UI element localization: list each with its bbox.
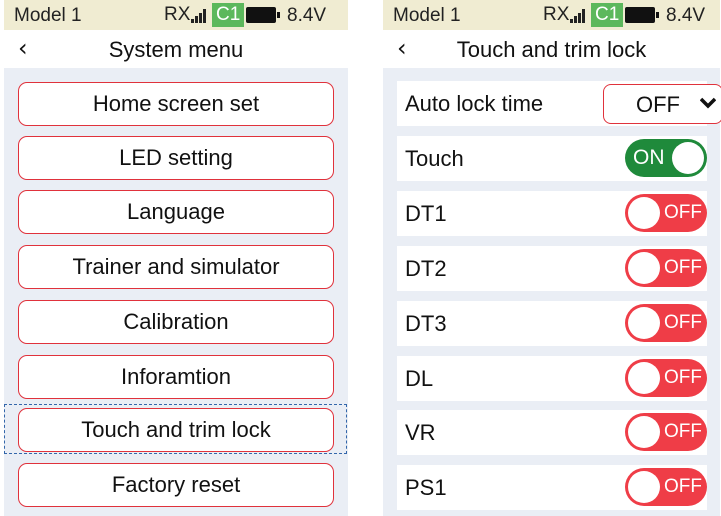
signal-icon	[570, 8, 588, 23]
toggle-knob	[628, 252, 660, 284]
status-bar: Model 1 RX C1 8.4V	[383, 0, 720, 30]
title-bar: ‹ Touch and trim lock	[383, 30, 720, 68]
switch-row-dt2: DT2 OFF	[397, 246, 707, 291]
switch-row-vr: VR OFF	[397, 410, 707, 455]
battery-icon	[246, 7, 280, 23]
title-bar: ‹ System menu	[4, 30, 348, 68]
toggle-state: OFF	[664, 312, 702, 333]
system-menu-screen: Model 1 RX C1 8.4V ‹ System menu Home sc…	[4, 0, 348, 516]
auto-lock-row: Auto lock time OFF	[397, 81, 721, 126]
menu-item-language[interactable]: Language	[18, 190, 334, 234]
toggle-switch[interactable]: OFF	[625, 304, 707, 342]
battery-icon	[625, 7, 659, 23]
toggle-state: OFF	[664, 202, 702, 223]
toggle-switch[interactable]: OFF	[625, 468, 707, 506]
toggle-state: OFF	[664, 257, 702, 278]
toggle-knob	[628, 362, 660, 394]
auto-lock-select[interactable]: OFF	[603, 84, 721, 124]
switch-label: Touch	[405, 146, 464, 171]
switch-row-dl: DL OFF	[397, 356, 707, 401]
switch-row-dt1: DT1 OFF	[397, 191, 707, 236]
toggle-switch[interactable]: OFF	[625, 359, 707, 397]
toggle-state: OFF	[664, 367, 702, 388]
switch-row-ps1: PS1 OFF	[397, 465, 707, 510]
switch-label: DT2	[405, 256, 447, 281]
toggle-knob	[628, 197, 660, 229]
toggle-state: OFF	[664, 476, 702, 497]
page-title: System menu	[108, 37, 244, 62]
model-name: Model 1	[14, 5, 82, 26]
menu-item-home-screen-set[interactable]: Home screen set	[18, 82, 334, 126]
toggle-switch[interactable]: OFF	[625, 413, 707, 451]
status-bar: Model 1 RX C1 8.4V	[4, 0, 348, 30]
voltage-readout: 8.4V	[287, 5, 327, 26]
auto-lock-label: Auto lock time	[405, 91, 544, 116]
menu-item-trainer-simulator[interactable]: Trainer and simulator	[18, 245, 334, 289]
rx-label: RX	[543, 4, 570, 25]
signal-icon	[191, 8, 209, 23]
menu-item-factory-reset[interactable]: Factory reset	[18, 463, 334, 507]
menu-item-information[interactable]: Inforamtion	[18, 355, 334, 399]
toggle-knob	[628, 307, 660, 339]
switch-label: DT3	[405, 311, 447, 336]
voltage-readout: 8.4V	[666, 5, 706, 26]
toggle-knob	[672, 142, 704, 174]
toggle-state: OFF	[664, 421, 702, 442]
menu-item-led-setting[interactable]: LED setting	[18, 136, 334, 180]
switch-label: VR	[405, 420, 436, 445]
switch-label: DL	[405, 366, 434, 391]
switch-label: PS1	[405, 475, 447, 500]
auto-lock-value: OFF	[636, 92, 680, 117]
toggle-knob	[628, 471, 660, 503]
toggle-knob	[628, 416, 660, 448]
page-title: Touch and trim lock	[456, 37, 647, 62]
switch-label: DT1	[405, 201, 447, 226]
model-name: Model 1	[393, 5, 461, 26]
chevron-down-icon	[700, 97, 716, 109]
switch-row-touch: Touch ON	[397, 136, 707, 181]
menu-item-touch-trim-lock[interactable]: Touch and trim lock	[18, 408, 334, 452]
touch-trim-lock-screen: Model 1 RX C1 8.4V ‹ Touch and trim lock…	[383, 0, 721, 516]
toggle-switch[interactable]: OFF	[625, 249, 707, 287]
rx-label: RX	[164, 4, 191, 25]
toggle-switch[interactable]: ON	[625, 139, 707, 177]
channel-badge: C1	[591, 3, 624, 27]
toggle-switch[interactable]: OFF	[625, 194, 707, 232]
switch-row-dt3: DT3 OFF	[397, 301, 707, 346]
toggle-state: ON	[633, 146, 665, 169]
channel-badge: C1	[212, 3, 245, 27]
menu-item-calibration[interactable]: Calibration	[18, 300, 334, 344]
